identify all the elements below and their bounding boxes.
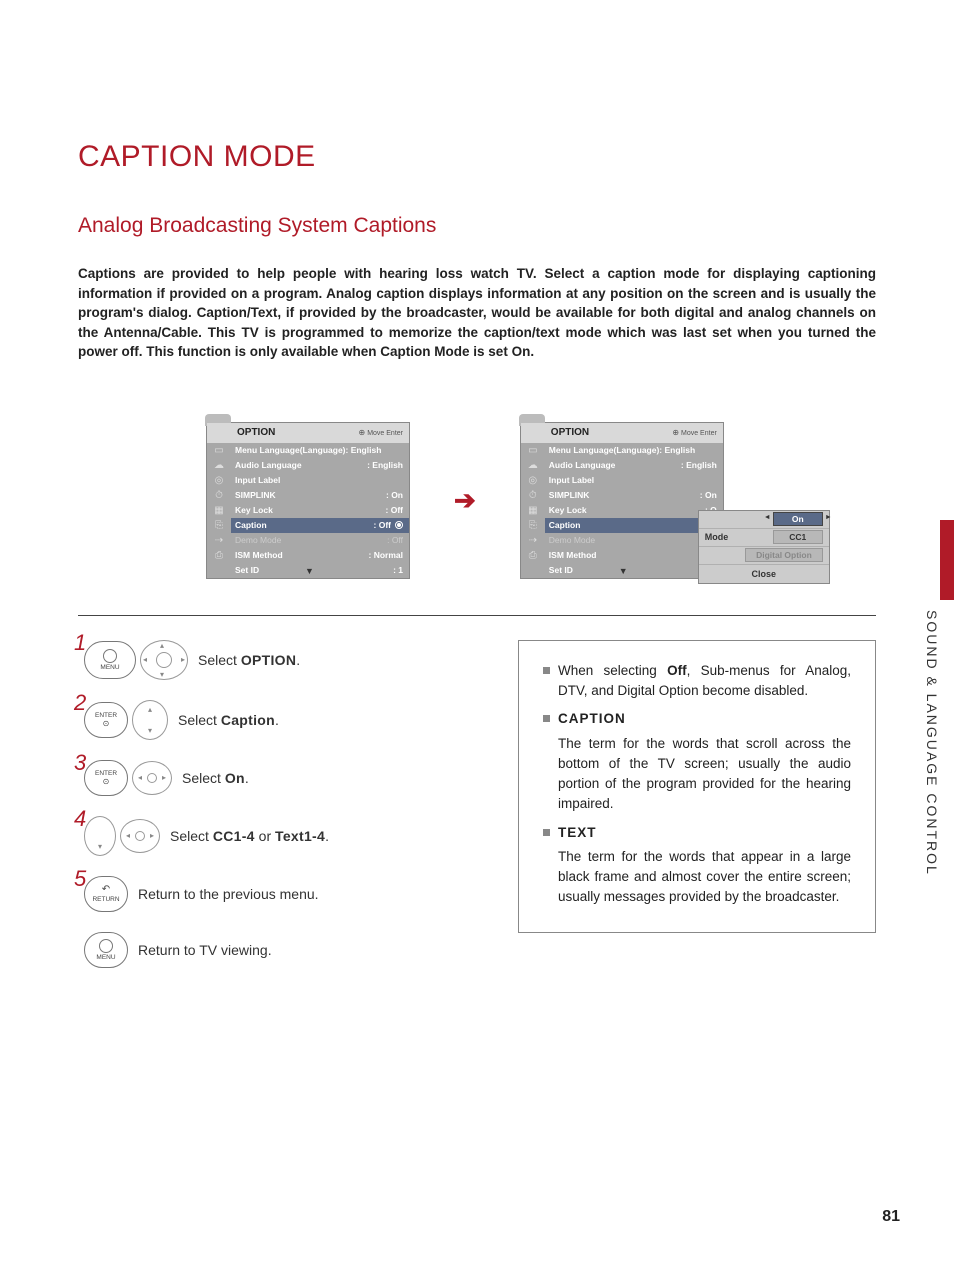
- osd-row: Input Label: [231, 473, 409, 488]
- return-button-icon: ↶RETURN: [84, 876, 128, 912]
- step-5: 5 ↶RETURN Return to the previous menu.: [78, 876, 488, 912]
- osd-row: SIMPLINK: On: [231, 488, 409, 503]
- step-2: 2 ENTER⊙ ▴▾ Select Caption.: [78, 700, 488, 740]
- osd-row: ISM Method: N: [545, 548, 723, 563]
- updown-icon: ▴▾: [132, 700, 168, 740]
- step-text: Select On.: [182, 770, 249, 786]
- page-title: CAPTION MODE: [78, 140, 876, 174]
- intro-paragraph: Captions are provided to help people wit…: [78, 264, 876, 362]
- osd-header-title: OPTION: [237, 427, 275, 438]
- osd-icon: ⎘: [521, 518, 545, 533]
- enter-button-icon: ENTER⊙: [84, 760, 128, 796]
- arrow-icon: ➔: [454, 485, 476, 516]
- osd-row-selected: Caption: Off: [231, 518, 409, 533]
- osd-icon: ⇢: [521, 533, 545, 548]
- osd-row: Key Lock: Off: [231, 503, 409, 518]
- osd-row-selected: Caption: O: [545, 518, 723, 533]
- section-subtitle: Analog Broadcasting System Captions: [78, 214, 876, 238]
- info-box: When selecting Off, Sub-menus for Analog…: [518, 640, 876, 933]
- osd-menu-after: OPTION ⊕ Move Enter ▭ ☁ ◎ ⏱ ▦ ⎘ ⇢ ⎙: [520, 422, 724, 579]
- osd-row: Key Lock: O: [545, 503, 723, 518]
- leftright-icon: ◂▸: [120, 819, 160, 853]
- osd-icon: ⏱: [207, 488, 231, 503]
- enter-button-icon: ENTER⊙: [84, 702, 128, 738]
- scroll-down-icon: ▼: [619, 566, 628, 576]
- intro-bold-on: On: [512, 344, 531, 359]
- menu-button-icon: MENU: [84, 932, 128, 968]
- intro-bold-caption: Caption: [380, 344, 430, 359]
- osd-icon: ⇢: [207, 533, 231, 548]
- info-heading: CAPTION: [558, 711, 626, 726]
- page-number: 81: [882, 1208, 900, 1226]
- step-number: 4: [74, 806, 88, 832]
- osd-icon: ▭: [207, 443, 231, 458]
- osd-row: Set ID: 1: [231, 563, 409, 578]
- step-text: Select OPTION.: [198, 652, 300, 668]
- leftright-icon: ◂▸: [132, 761, 172, 795]
- info-heading: TEXT: [558, 825, 597, 840]
- osd-icon: ⎙: [521, 548, 545, 563]
- info-text: When selecting Off, Sub-menus for Analog…: [558, 661, 851, 702]
- divider: [78, 615, 876, 616]
- intro-text-3: .: [530, 344, 534, 359]
- side-chapter-label: SOUND & LANGUAGE CONTROL: [924, 580, 954, 876]
- osd-icon: ◎: [521, 473, 545, 488]
- popup-row-digital: Digital Option: [699, 547, 829, 565]
- osd-row: Audio Language: English: [231, 458, 409, 473]
- step-6: MENU Return to TV viewing.: [78, 932, 488, 968]
- osd-icon: ⎙: [207, 548, 231, 563]
- osd-icon: ☁: [207, 458, 231, 473]
- osd-menu-before: OPTION ⊕ Move Enter ▭ ☁ ◎ ⏱ ▦ ⎘ ⇢ ⎙ Menu…: [206, 422, 410, 579]
- osd-row: SIMPLINK: On: [545, 488, 723, 503]
- osd-icon: ⎘: [207, 518, 231, 533]
- osd-row: Audio Language: English: [545, 458, 723, 473]
- bullet-icon: [543, 667, 550, 674]
- osd-header-hint: ⊕ Move Enter: [672, 428, 716, 437]
- popup-row-on: On: [699, 511, 829, 529]
- scroll-down-icon: ▼: [305, 566, 314, 576]
- popup-close: Close: [699, 565, 829, 583]
- osd-icon: ☁: [521, 458, 545, 473]
- osd-row: Input Label: [545, 473, 723, 488]
- bullet-icon: [543, 715, 550, 722]
- info-text: The term for the words that appear in a …: [558, 847, 851, 908]
- osd-icon: ◎: [207, 473, 231, 488]
- step-4: 4 ▾ ◂▸ Select CC1-4 or Text1-4.: [78, 816, 488, 856]
- step-1: 1 MENU ▴▾◂▸ Select OPTION.: [78, 640, 488, 680]
- menu-button-icon: MENU: [84, 641, 136, 679]
- osd-row: Set ID: 1: [545, 563, 723, 578]
- osd-row: Demo Mode: Off: [231, 533, 409, 548]
- osd-header-title: OPTION: [551, 427, 589, 438]
- osd-icon: ▭: [521, 443, 545, 458]
- down-icon: ▾: [84, 816, 116, 856]
- osd-icon: ▦: [207, 503, 231, 518]
- step-list: 1 MENU ▴▾◂▸ Select OPTION. 2 ENTER⊙ ▴▾ S…: [78, 640, 488, 988]
- osd-row: Demo Mode: O: [545, 533, 723, 548]
- step-3: 3 ENTER⊙ ◂▸ Select On.: [78, 760, 488, 796]
- osd-row: Menu Language(Language): English: [231, 443, 409, 458]
- step-text: Return to the previous menu.: [138, 886, 319, 902]
- osd-header-hint: ⊕ Move Enter: [359, 428, 403, 437]
- popup-row-mode: ModeCC1: [699, 529, 829, 547]
- caption-popup: On ModeCC1 Digital Option Close: [698, 510, 830, 584]
- bullet-icon: [543, 829, 550, 836]
- step-text: Select CC1-4 or Text1-4.: [170, 828, 329, 844]
- dpad-icon: ▴▾◂▸: [140, 640, 188, 680]
- step-text: Return to TV viewing.: [138, 942, 272, 958]
- osd-row: Menu Language(Language): English: [545, 443, 723, 458]
- intro-text-2: Mode is set: [431, 344, 512, 359]
- info-text: The term for the words that scroll acros…: [558, 734, 851, 815]
- step-text: Select Caption.: [178, 712, 279, 728]
- osd-icon: ▦: [521, 503, 545, 518]
- osd-row: ISM Method: Normal: [231, 548, 409, 563]
- osd-icon: ⏱: [521, 488, 545, 503]
